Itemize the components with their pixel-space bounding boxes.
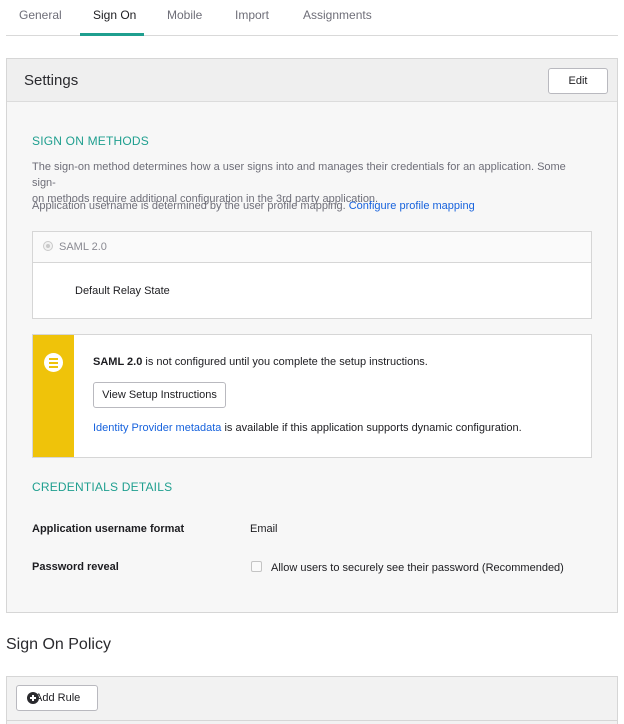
description-line-1: The sign-on method determines how a user… [32, 161, 566, 189]
tab-bar: General Sign On Mobile Import Assignment… [6, 0, 618, 36]
notice-message: SAML 2.0 is not configured until you com… [93, 356, 428, 368]
settings-title: Settings [24, 72, 79, 89]
notice-message-text: is not configured until you complete the… [142, 356, 428, 368]
username-mapping-label: Application username is determined by th… [32, 200, 346, 212]
metadata-message: Identity Provider metadata is available … [93, 422, 522, 434]
saml-option-label: SAML 2.0 [59, 241, 107, 253]
metadata-message-text: is available if this application support… [221, 422, 522, 434]
tab-mobile[interactable]: Mobile [167, 8, 202, 22]
username-format-value: Email [250, 523, 278, 535]
tab-sign-on[interactable]: Sign On [93, 8, 136, 22]
username-mapping-text: Application username is determined by th… [32, 198, 592, 214]
list-icon [44, 353, 63, 372]
notice-method-name: SAML 2.0 [93, 356, 143, 368]
username-format-label: Application username format [32, 523, 185, 535]
settings-header: Settings Edit [7, 59, 617, 102]
password-reveal-checkbox[interactable] [251, 561, 262, 572]
tab-import[interactable]: Import [235, 8, 269, 22]
credentials-details-heading: CREDENTIALS DETAILS [32, 480, 173, 494]
rules-table-header [7, 720, 617, 721]
default-relay-state-label: Default Relay State [75, 285, 170, 297]
settings-panel: Settings Edit SIGN ON METHODS The sign-o… [6, 58, 618, 613]
sign-on-method-box: SAML 2.0 Default Relay State [32, 231, 592, 319]
identity-provider-metadata-link[interactable]: Identity Provider metadata [93, 422, 221, 434]
view-setup-instructions-button[interactable]: View Setup Instructions [93, 382, 226, 408]
saml-radio[interactable] [43, 241, 53, 251]
plus-circle-icon [27, 692, 39, 704]
sign-on-methods-heading: SIGN ON METHODS [32, 134, 150, 148]
password-reveal-option-label: Allow users to securely see their passwo… [271, 562, 564, 574]
tab-assignments[interactable]: Assignments [303, 8, 372, 22]
configure-profile-mapping-link[interactable]: Configure profile mapping [349, 200, 475, 212]
add-rule-button[interactable]: Add Rule [16, 685, 98, 711]
active-tab-indicator [80, 33, 144, 36]
sign-on-policy-title: Sign On Policy [6, 636, 111, 653]
setup-notice: SAML 2.0 is not configured until you com… [32, 334, 592, 458]
sign-on-policy-panel: Add Rule [6, 676, 618, 724]
add-rule-label: Add Rule [35, 692, 81, 704]
tab-general[interactable]: General [19, 8, 62, 22]
saml-option-row: SAML 2.0 [33, 232, 591, 263]
password-reveal-label: Password reveal [32, 561, 119, 573]
edit-button[interactable]: Edit [548, 68, 608, 94]
notice-accent-bar [33, 335, 74, 457]
